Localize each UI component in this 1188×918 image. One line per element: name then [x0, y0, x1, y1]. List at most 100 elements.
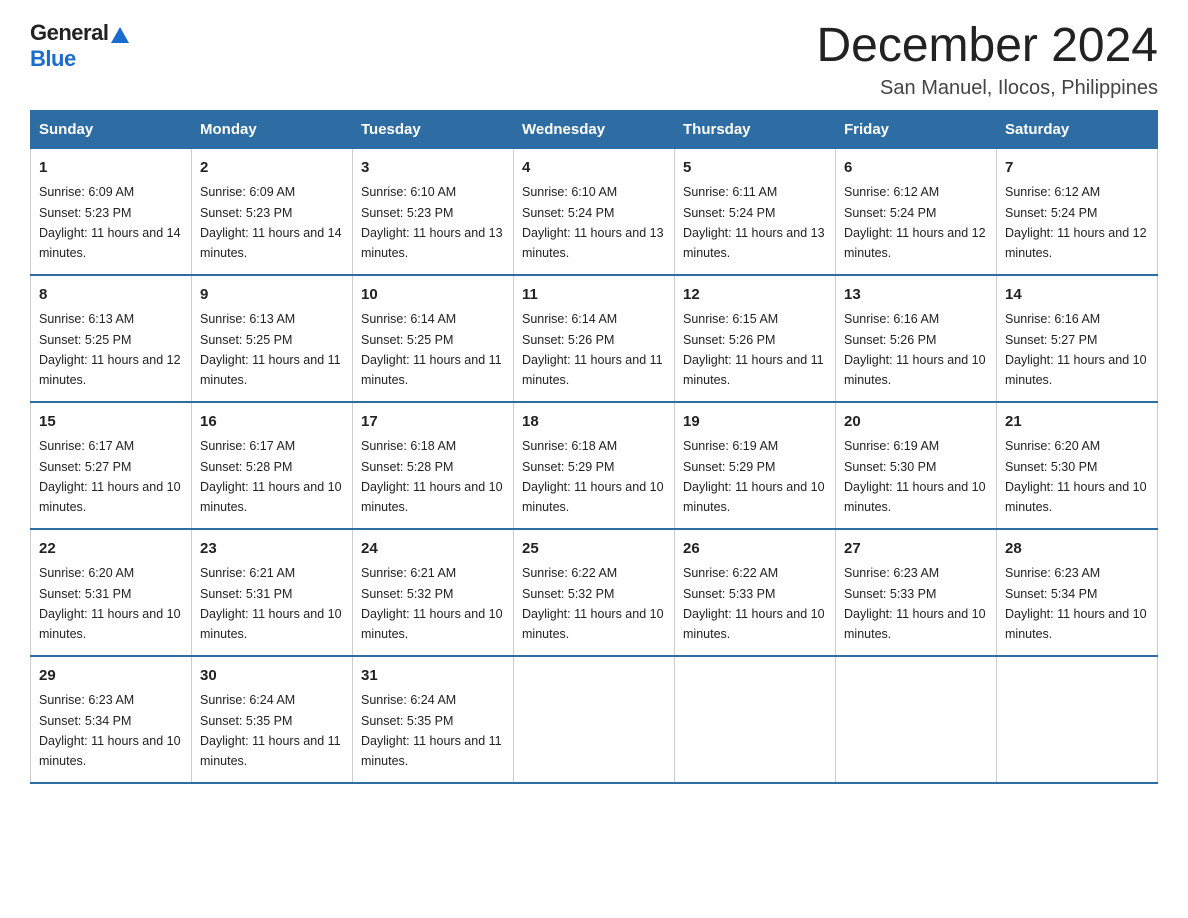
calendar-day-header: Friday	[836, 110, 997, 148]
month-title: December 2024	[816, 20, 1158, 73]
calendar-week-row: 15 Sunrise: 6:17 AMSunset: 5:27 PMDaylig…	[31, 402, 1158, 529]
calendar-day-cell: 3 Sunrise: 6:10 AMSunset: 5:23 PMDayligh…	[353, 148, 514, 275]
calendar-day-cell	[675, 656, 836, 783]
day-info: Sunrise: 6:19 AMSunset: 5:29 PMDaylight:…	[683, 439, 825, 514]
calendar-day-cell: 20 Sunrise: 6:19 AMSunset: 5:30 PMDaylig…	[836, 402, 997, 529]
calendar-day-cell: 12 Sunrise: 6:15 AMSunset: 5:26 PMDaylig…	[675, 275, 836, 402]
logo-general-text: General	[30, 20, 108, 46]
day-info: Sunrise: 6:23 AMSunset: 5:34 PMDaylight:…	[39, 693, 181, 768]
day-number: 16	[200, 411, 344, 434]
day-info: Sunrise: 6:18 AMSunset: 5:28 PMDaylight:…	[361, 439, 503, 514]
day-info: Sunrise: 6:14 AMSunset: 5:25 PMDaylight:…	[361, 312, 502, 387]
day-number: 24	[361, 538, 505, 561]
calendar-day-cell: 4 Sunrise: 6:10 AMSunset: 5:24 PMDayligh…	[514, 148, 675, 275]
day-info: Sunrise: 6:09 AMSunset: 5:23 PMDaylight:…	[200, 185, 342, 260]
calendar-day-cell: 23 Sunrise: 6:21 AMSunset: 5:31 PMDaylig…	[192, 529, 353, 656]
day-number: 29	[39, 665, 183, 688]
calendar-day-cell: 9 Sunrise: 6:13 AMSunset: 5:25 PMDayligh…	[192, 275, 353, 402]
day-info: Sunrise: 6:23 AMSunset: 5:33 PMDaylight:…	[844, 566, 986, 641]
day-number: 20	[844, 411, 988, 434]
calendar-week-row: 22 Sunrise: 6:20 AMSunset: 5:31 PMDaylig…	[31, 529, 1158, 656]
calendar-day-cell: 2 Sunrise: 6:09 AMSunset: 5:23 PMDayligh…	[192, 148, 353, 275]
calendar-day-cell: 11 Sunrise: 6:14 AMSunset: 5:26 PMDaylig…	[514, 275, 675, 402]
calendar-day-cell	[836, 656, 997, 783]
day-info: Sunrise: 6:21 AMSunset: 5:32 PMDaylight:…	[361, 566, 503, 641]
calendar-header-row: SundayMondayTuesdayWednesdayThursdayFrid…	[31, 110, 1158, 148]
day-info: Sunrise: 6:16 AMSunset: 5:27 PMDaylight:…	[1005, 312, 1147, 387]
calendar-day-cell: 18 Sunrise: 6:18 AMSunset: 5:29 PMDaylig…	[514, 402, 675, 529]
calendar-day-cell: 31 Sunrise: 6:24 AMSunset: 5:35 PMDaylig…	[353, 656, 514, 783]
day-info: Sunrise: 6:24 AMSunset: 5:35 PMDaylight:…	[200, 693, 341, 768]
location-title: San Manuel, Ilocos, Philippines	[816, 77, 1158, 100]
day-info: Sunrise: 6:17 AMSunset: 5:28 PMDaylight:…	[200, 439, 342, 514]
logo-blue-text: Blue	[30, 46, 76, 71]
day-info: Sunrise: 6:20 AMSunset: 5:30 PMDaylight:…	[1005, 439, 1147, 514]
logo-area: General Blue	[30, 20, 129, 73]
day-number: 9	[200, 284, 344, 307]
day-number: 10	[361, 284, 505, 307]
day-info: Sunrise: 6:22 AMSunset: 5:33 PMDaylight:…	[683, 566, 825, 641]
calendar-day-cell: 24 Sunrise: 6:21 AMSunset: 5:32 PMDaylig…	[353, 529, 514, 656]
day-number: 13	[844, 284, 988, 307]
calendar-day-cell	[514, 656, 675, 783]
day-info: Sunrise: 6:13 AMSunset: 5:25 PMDaylight:…	[39, 312, 181, 387]
calendar-day-cell: 30 Sunrise: 6:24 AMSunset: 5:35 PMDaylig…	[192, 656, 353, 783]
day-number: 23	[200, 538, 344, 561]
day-number: 26	[683, 538, 827, 561]
calendar-day-header: Wednesday	[514, 110, 675, 148]
calendar-day-cell: 13 Sunrise: 6:16 AMSunset: 5:26 PMDaylig…	[836, 275, 997, 402]
logo-triangle-icon	[111, 27, 129, 43]
day-info: Sunrise: 6:11 AMSunset: 5:24 PMDaylight:…	[683, 185, 825, 260]
day-number: 1	[39, 157, 183, 180]
calendar-day-cell	[997, 656, 1158, 783]
day-number: 15	[39, 411, 183, 434]
day-number: 21	[1005, 411, 1149, 434]
calendar-day-header: Saturday	[997, 110, 1158, 148]
calendar-day-cell: 19 Sunrise: 6:19 AMSunset: 5:29 PMDaylig…	[675, 402, 836, 529]
day-number: 5	[683, 157, 827, 180]
day-number: 27	[844, 538, 988, 561]
day-number: 2	[200, 157, 344, 180]
day-number: 31	[361, 665, 505, 688]
calendar-day-cell: 21 Sunrise: 6:20 AMSunset: 5:30 PMDaylig…	[997, 402, 1158, 529]
calendar-day-cell: 15 Sunrise: 6:17 AMSunset: 5:27 PMDaylig…	[31, 402, 192, 529]
calendar-day-cell: 5 Sunrise: 6:11 AMSunset: 5:24 PMDayligh…	[675, 148, 836, 275]
day-number: 19	[683, 411, 827, 434]
calendar-week-row: 29 Sunrise: 6:23 AMSunset: 5:34 PMDaylig…	[31, 656, 1158, 783]
calendar-day-cell: 26 Sunrise: 6:22 AMSunset: 5:33 PMDaylig…	[675, 529, 836, 656]
calendar-day-cell: 17 Sunrise: 6:18 AMSunset: 5:28 PMDaylig…	[353, 402, 514, 529]
day-info: Sunrise: 6:15 AMSunset: 5:26 PMDaylight:…	[683, 312, 824, 387]
day-number: 25	[522, 538, 666, 561]
day-info: Sunrise: 6:19 AMSunset: 5:30 PMDaylight:…	[844, 439, 986, 514]
day-info: Sunrise: 6:22 AMSunset: 5:32 PMDaylight:…	[522, 566, 664, 641]
day-info: Sunrise: 6:10 AMSunset: 5:23 PMDaylight:…	[361, 185, 503, 260]
calendar-day-cell: 27 Sunrise: 6:23 AMSunset: 5:33 PMDaylig…	[836, 529, 997, 656]
day-number: 18	[522, 411, 666, 434]
calendar-day-cell: 8 Sunrise: 6:13 AMSunset: 5:25 PMDayligh…	[31, 275, 192, 402]
day-info: Sunrise: 6:09 AMSunset: 5:23 PMDaylight:…	[39, 185, 181, 260]
calendar-day-cell: 29 Sunrise: 6:23 AMSunset: 5:34 PMDaylig…	[31, 656, 192, 783]
day-info: Sunrise: 6:16 AMSunset: 5:26 PMDaylight:…	[844, 312, 986, 387]
day-number: 17	[361, 411, 505, 434]
calendar-day-cell: 22 Sunrise: 6:20 AMSunset: 5:31 PMDaylig…	[31, 529, 192, 656]
calendar-day-cell: 6 Sunrise: 6:12 AMSunset: 5:24 PMDayligh…	[836, 148, 997, 275]
day-number: 28	[1005, 538, 1149, 561]
calendar-day-header: Sunday	[31, 110, 192, 148]
day-number: 22	[39, 538, 183, 561]
day-info: Sunrise: 6:12 AMSunset: 5:24 PMDaylight:…	[1005, 185, 1147, 260]
calendar-week-row: 1 Sunrise: 6:09 AMSunset: 5:23 PMDayligh…	[31, 148, 1158, 275]
calendar-day-cell: 7 Sunrise: 6:12 AMSunset: 5:24 PMDayligh…	[997, 148, 1158, 275]
day-info: Sunrise: 6:17 AMSunset: 5:27 PMDaylight:…	[39, 439, 181, 514]
day-info: Sunrise: 6:23 AMSunset: 5:34 PMDaylight:…	[1005, 566, 1147, 641]
day-info: Sunrise: 6:20 AMSunset: 5:31 PMDaylight:…	[39, 566, 181, 641]
calendar-day-header: Tuesday	[353, 110, 514, 148]
day-number: 7	[1005, 157, 1149, 180]
day-number: 30	[200, 665, 344, 688]
day-info: Sunrise: 6:12 AMSunset: 5:24 PMDaylight:…	[844, 185, 986, 260]
day-number: 12	[683, 284, 827, 307]
day-info: Sunrise: 6:13 AMSunset: 5:25 PMDaylight:…	[200, 312, 341, 387]
calendar-table: SundayMondayTuesdayWednesdayThursdayFrid…	[30, 110, 1158, 784]
title-area: December 2024 San Manuel, Ilocos, Philip…	[816, 20, 1158, 100]
calendar-day-cell: 16 Sunrise: 6:17 AMSunset: 5:28 PMDaylig…	[192, 402, 353, 529]
calendar-day-cell: 14 Sunrise: 6:16 AMSunset: 5:27 PMDaylig…	[997, 275, 1158, 402]
